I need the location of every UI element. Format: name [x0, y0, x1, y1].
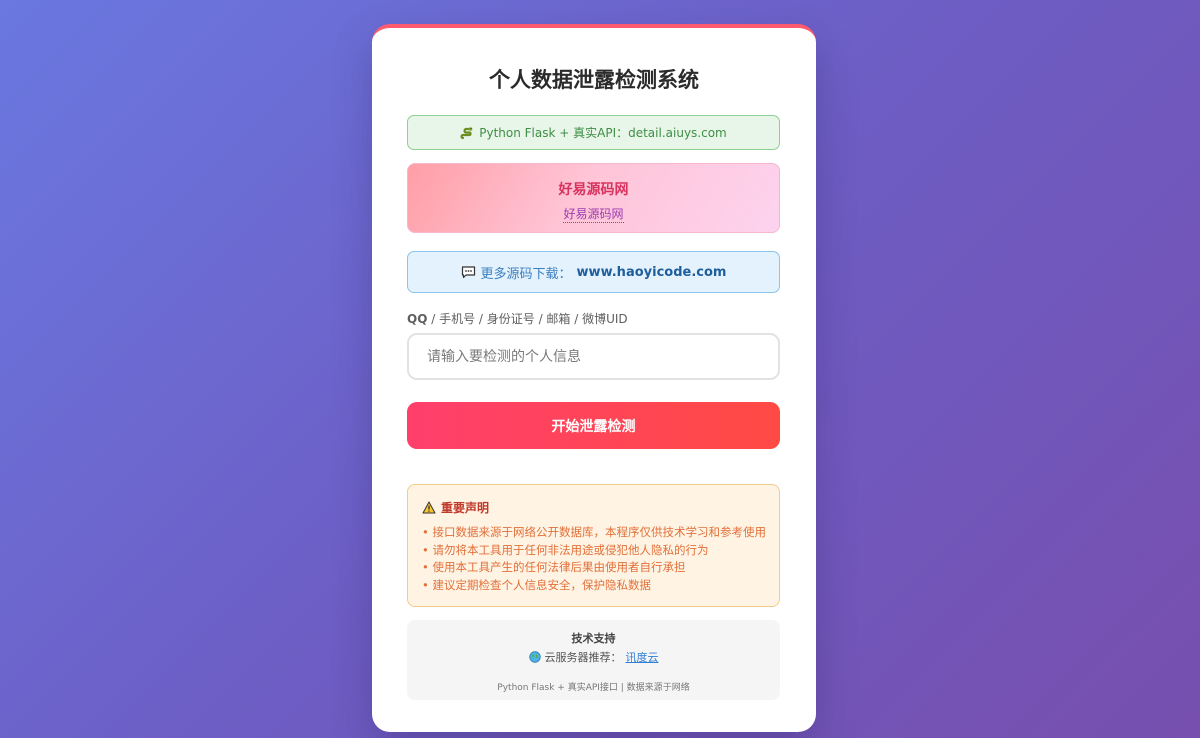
- globe-icon: [528, 651, 541, 663]
- cloud-recommendation: 云服务器推荐： 讯度云: [407, 649, 780, 665]
- disclaimer-box: 重要声明 接口数据来源于网络公开数据库，本程序仅供技术学习和参考使用 请勿将本工…: [407, 484, 780, 607]
- disclaimer-list: 接口数据来源于网络公开数据库，本程序仅供技术学习和参考使用 请勿将本工具用于任何…: [422, 524, 766, 595]
- personal-info-input[interactable]: [407, 333, 780, 380]
- input-label-qq: QQ: [407, 312, 428, 326]
- api-banner-text: Python Flask + 真实API：detail.aiuys.com: [479, 126, 727, 140]
- disclaimer-header: 重要声明: [422, 499, 765, 516]
- warning-icon: [422, 501, 436, 514]
- footer-text: Python Flask + 真实API接口 | 数据来源于网络: [497, 683, 690, 693]
- start-detection-button[interactable]: 开始泄露检测: [407, 402, 780, 449]
- download-banner: 更多源码下载： www.haoyicode.com: [407, 251, 780, 293]
- input-label: QQ / 手机号 / 身份证号 / 邮箱 / 微博UID: [407, 310, 628, 327]
- disclaimer-item: 接口数据来源于网络公开数据库，本程序仅供技术学习和参考使用: [422, 524, 766, 542]
- disclaimer-item: 使用本工具产生的任何法律后果由使用者自行承担: [422, 559, 765, 577]
- cloud-link[interactable]: 讯度云: [626, 649, 659, 665]
- page-title: 个人数据泄露检测系统: [489, 68, 699, 92]
- support-box: 技术支持 云服务器推荐： 讯度云 Python Flask + 真实API接口 …: [407, 620, 780, 700]
- disclaimer-title: 重要声明: [441, 501, 490, 515]
- input-label-rest: / 手机号 / 身份证号 / 邮箱 / 微博UID: [427, 312, 628, 326]
- snake-icon: [460, 126, 474, 140]
- chat-bubble-icon: [461, 265, 476, 279]
- disclaimer-item: 建议定期检查个人信息安全，保护隐私数据: [422, 577, 765, 595]
- detection-card: 个人数据泄露检测系统 Python Flask + 真实API：detail.a…: [372, 24, 816, 732]
- api-banner: Python Flask + 真实API：detail.aiuys.com: [407, 115, 780, 150]
- promo-link[interactable]: 好易源码网: [563, 205, 624, 223]
- disclaimer-item: 请勿将本工具用于任何非法用途或侵犯他人隐私的行为: [422, 542, 765, 560]
- download-prefix: 更多源码下载：: [480, 266, 572, 282]
- support-title: 技术支持: [571, 632, 616, 645]
- download-url[interactable]: www.haoyicode.com: [577, 265, 727, 280]
- promo-title: 好易源码网: [558, 182, 629, 198]
- cloud-prefix: 云服务器推荐：: [544, 651, 622, 664]
- promo-box: 好易源码网 好易源码网: [407, 163, 780, 233]
